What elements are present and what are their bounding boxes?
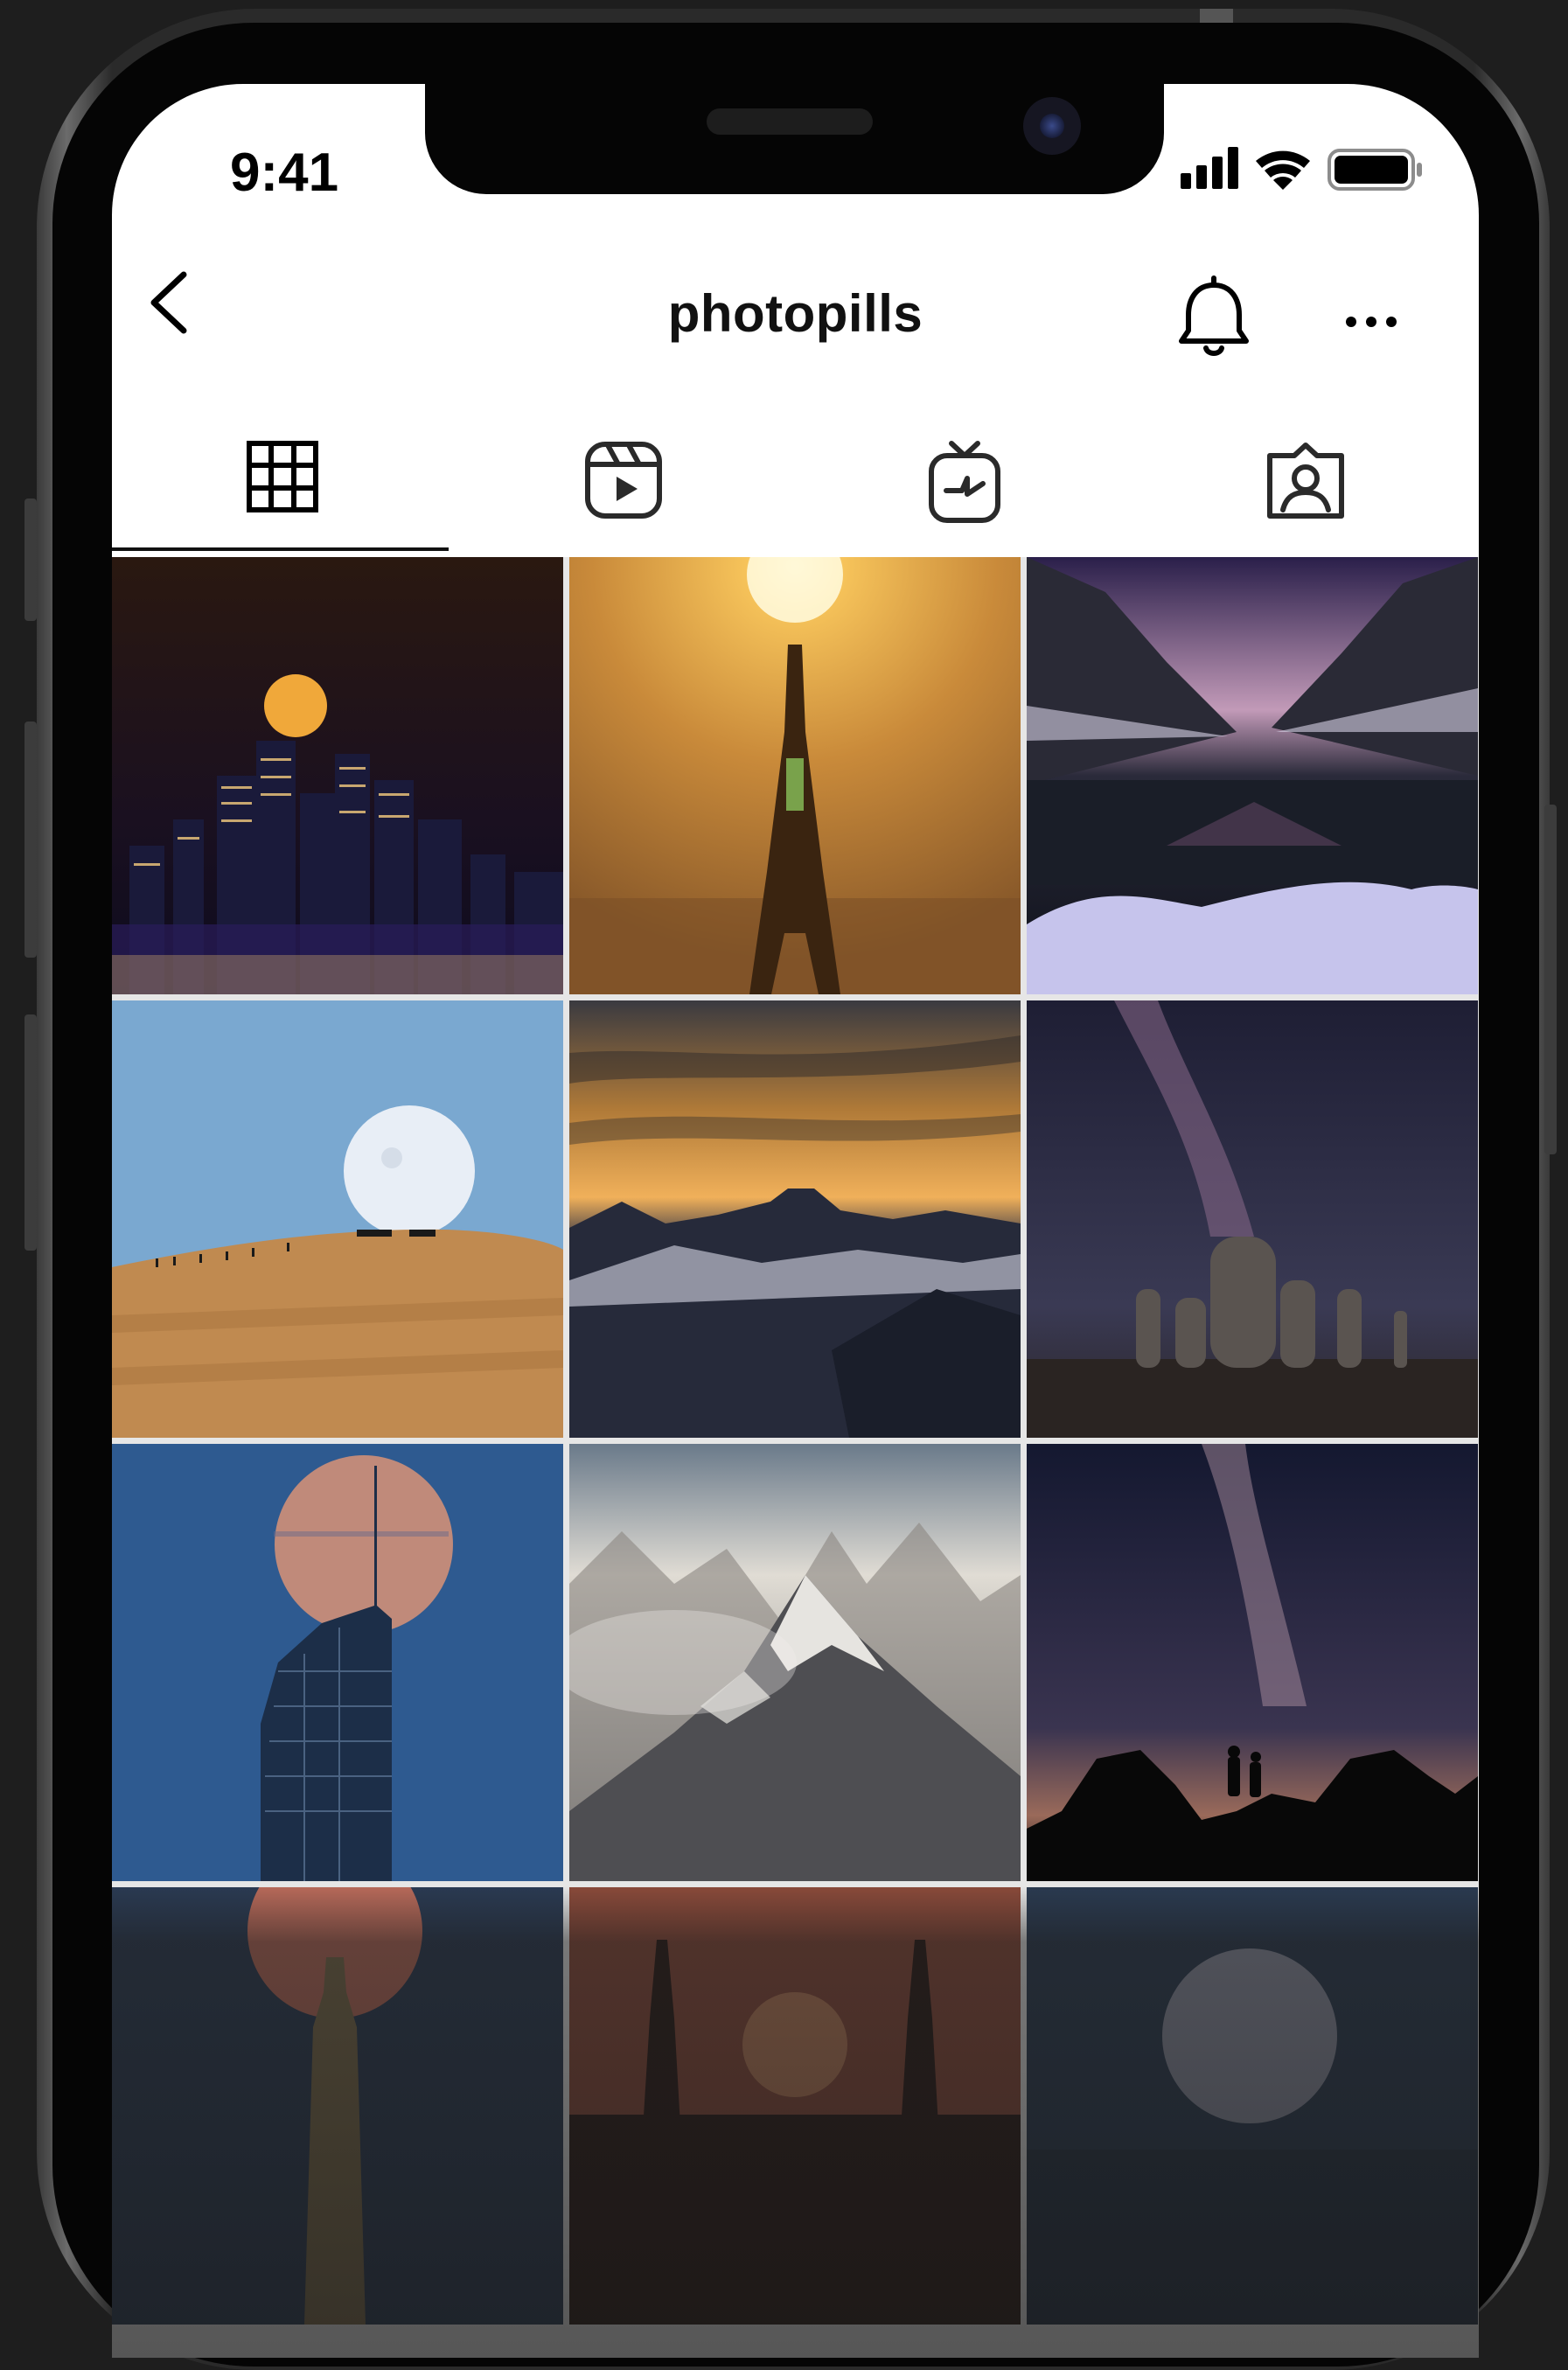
phone-screen: 9:41 photopills <box>112 84 1479 2358</box>
notifications-button[interactable] <box>1166 269 1262 366</box>
reels-icon <box>585 442 662 519</box>
earpiece-speaker <box>707 108 873 135</box>
battery-icon <box>1328 149 1422 191</box>
more-options-button[interactable] <box>1332 287 1411 357</box>
sunset-behind-spires-photo <box>569 1887 1021 2325</box>
igtv-icon <box>929 441 1000 523</box>
post-thumbnail[interactable] <box>112 1000 563 1438</box>
couple-under-milky-way-photo <box>1027 1444 1478 1881</box>
post-thumbnail[interactable] <box>112 1887 563 2325</box>
tagged-person-icon <box>1267 443 1344 519</box>
active-tab-indicator <box>112 547 449 551</box>
mountain-lake-milky-way-photo <box>1027 557 1478 994</box>
misty-mountain-peaks-photo <box>569 1444 1021 1881</box>
post-thumbnail[interactable] <box>569 1887 1021 2325</box>
milky-way-over-statues-photo <box>1027 1000 1478 1438</box>
phone-antenna-band <box>1200 9 1233 23</box>
bell-icon <box>1179 275 1249 356</box>
tab-posts[interactable] <box>112 425 453 556</box>
mute-switch <box>24 498 37 621</box>
eiffel-tower-sunrise-photo <box>569 557 1021 994</box>
volume-up-button <box>24 721 37 958</box>
cellular-signal-icon <box>1181 147 1238 189</box>
moon-behind-skyscraper-photo <box>112 1444 563 1881</box>
post-thumbnail[interactable] <box>569 1444 1021 1881</box>
moon-behind-tower-photo <box>112 1887 563 2325</box>
post-thumbnail[interactable] <box>569 557 1021 994</box>
moon-over-night-horizon-photo <box>1027 1887 1478 2325</box>
post-thumbnail[interactable] <box>1027 1000 1478 1438</box>
tab-reels[interactable] <box>453 425 794 556</box>
profile-tabs <box>112 425 1479 556</box>
post-thumbnail[interactable] <box>1027 1444 1478 1881</box>
post-thumbnail[interactable] <box>1027 557 1478 994</box>
tab-igtv[interactable] <box>794 425 1135 556</box>
status-icons <box>1181 142 1443 194</box>
post-thumbnail[interactable] <box>112 1444 563 1881</box>
wifi-icon <box>1256 150 1310 190</box>
power-button <box>1544 805 1557 1154</box>
volume-down-button <box>24 1014 37 1251</box>
city-skyline-with-moon-photo <box>112 557 563 994</box>
front-camera <box>1023 97 1081 155</box>
post-thumbnail[interactable] <box>569 1000 1021 1438</box>
profile-username: photopills <box>667 284 923 343</box>
sunstar-over-peaks-photo <box>569 1000 1021 1438</box>
notch <box>425 84 1164 194</box>
more-horizontal-icon <box>1346 317 1397 327</box>
post-thumbnail[interactable] <box>112 557 563 994</box>
post-thumbnail[interactable] <box>1027 1887 1478 2325</box>
tab-tagged[interactable] <box>1135 425 1476 556</box>
grid-icon <box>247 441 318 512</box>
moonrise-over-cliff-photo <box>112 1000 563 1438</box>
posts-grid <box>112 557 1479 2358</box>
status-time: 9:41 <box>230 143 339 203</box>
